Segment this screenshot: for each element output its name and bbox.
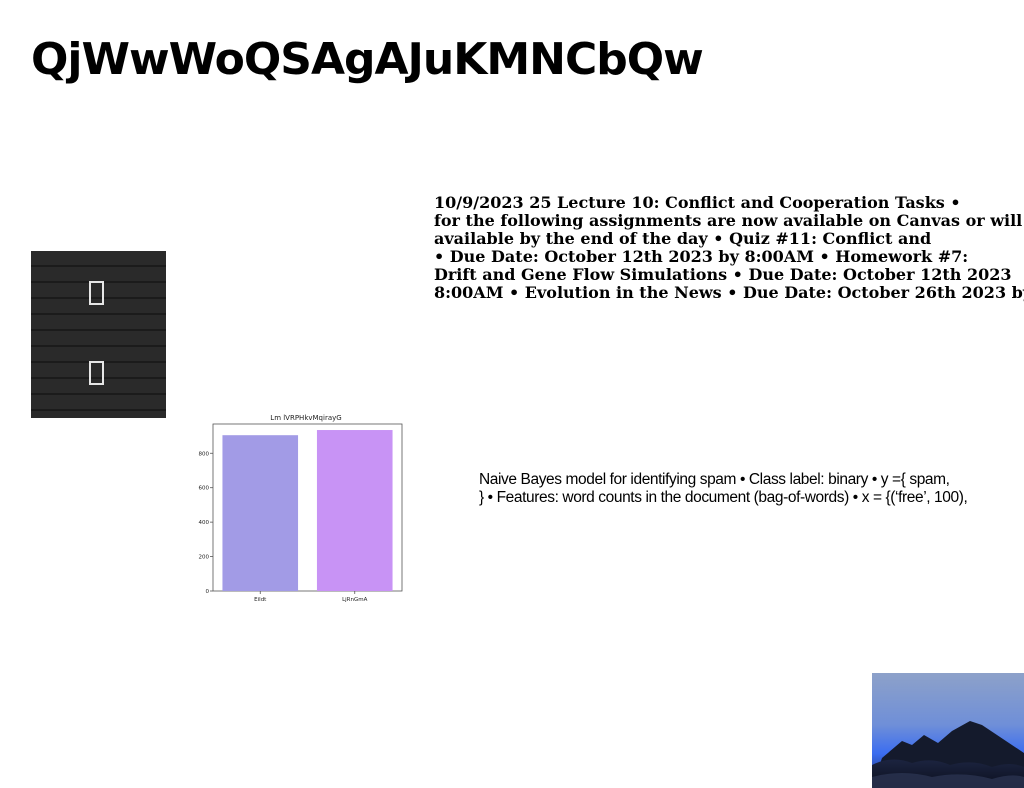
y-tick-label: 200 (199, 555, 210, 561)
y-tick-label: 400 (199, 520, 210, 526)
lecture-line: available by the end of the day • Quiz #… (434, 229, 932, 248)
y-tick-label: 800 (199, 451, 210, 457)
lecture-line: • Due Date: October 12th 2023 by 8:00AM … (434, 247, 969, 266)
bar-chart: Lm lVRPHkvMqirayG 0 200 400 600 800 Eildt LjR… (190, 408, 410, 608)
bar-chart-svg: Lm lVRPHkvMqirayG 0 200 400 600 800 Eildt LjR… (199, 414, 403, 603)
lecture-line: Drift and Gene Flow Simulations • Due Da… (434, 265, 1012, 284)
naive-bayes-text: Naive Bayes model for identifying spam •… (479, 471, 1019, 507)
spam-line: Naive Bayes model for identifying spam •… (479, 471, 950, 488)
spam-line: } • Features: word counts in the documen… (479, 489, 968, 506)
bar-LjRnGmA (316, 430, 393, 591)
y-tick-label: 600 (199, 486, 210, 492)
lecture-line: 10/9/2023 25 Lecture 10: Conflict and Co… (434, 194, 961, 212)
page-title: QjWwWoQSAgAJuKMNCbQw (31, 34, 704, 85)
dark-keyboard-image (31, 251, 166, 418)
lecture-line: 8:00AM • Evolution in the News • Due Dat… (434, 283, 1024, 302)
x-tick-label: LjRnGmA (342, 597, 368, 603)
chart-title: Lm lVRPHkvMqirayG (270, 414, 341, 422)
missing-glyph-icon (89, 361, 104, 385)
mountain-photo (872, 673, 1024, 788)
x-tick-label: Eildt (254, 597, 267, 603)
bar-Eildt (222, 435, 299, 591)
missing-glyph-icon (89, 281, 104, 305)
y-tick-label: 0 (206, 589, 210, 595)
lecture-line: for the following assignments are now av… (434, 211, 1023, 230)
lecture-announcement-text: 10/9/2023 25 Lecture 10: Conflict and Co… (434, 194, 1024, 302)
